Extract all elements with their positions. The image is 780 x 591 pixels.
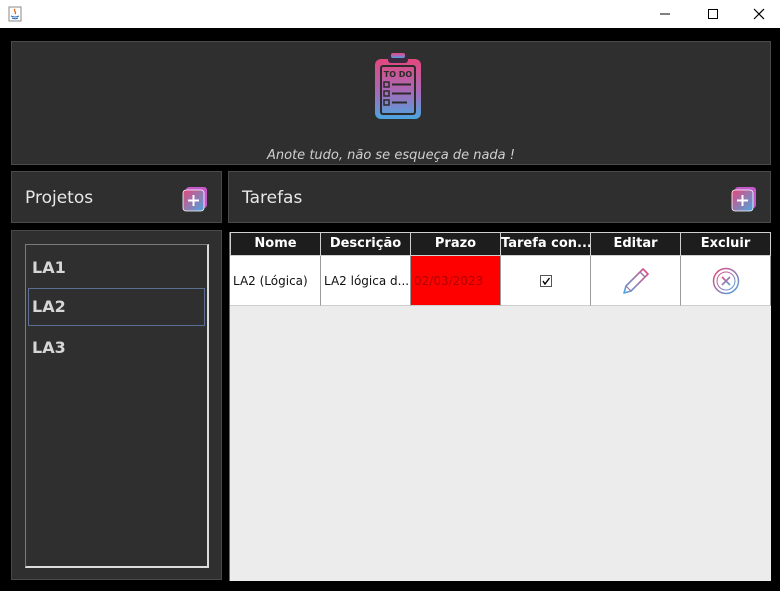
tasks-table: Nome Descrição Prazo Tarefa con... Edita… [229,232,771,581]
maximize-icon [708,9,718,19]
table-row[interactable]: LA2 (Lógica) LA2 lógica d... 02/03/2023 [230,256,771,306]
column-header-editar[interactable]: Editar [591,232,681,256]
app-content: TO DO Anote tudo, não se esqueça de nada… [0,28,780,591]
projects-title: Projetos [25,188,94,208]
checkbox-checked-icon [541,277,550,285]
maximize-button[interactable] [690,0,736,28]
project-item-la1[interactable]: LA1 [28,249,205,287]
column-header-prazo[interactable]: Prazo [411,232,501,256]
minimize-button[interactable] [642,0,688,28]
delete-circle-icon[interactable] [711,266,741,296]
completed-checkbox[interactable] [539,274,552,287]
cell-concluida[interactable] [501,256,591,306]
cell-descricao[interactable]: LA2 lógica d... [321,256,411,306]
close-button[interactable] [736,0,780,28]
cell-prazo[interactable]: 02/03/2023 [411,256,501,306]
project-item-la3[interactable]: LA3 [28,329,205,367]
cell-nome[interactable]: LA2 (Lógica) [230,256,321,306]
close-icon [753,8,765,20]
minimize-icon [660,13,670,15]
column-header-nome[interactable]: Nome [230,232,321,256]
tasks-title: Tarefas [242,188,303,208]
cell-editar[interactable] [591,256,681,306]
tasks-header: Tarefas [228,171,771,223]
pencil-edit-icon[interactable] [621,266,651,296]
table-header: Nome Descrição Prazo Tarefa con... Edita… [230,232,771,256]
column-header-descricao[interactable]: Descrição [321,232,411,256]
java-app-icon [8,6,22,22]
column-header-excluir[interactable]: Excluir [681,232,771,256]
cell-excluir[interactable] [681,256,771,306]
header-panel: TO DO Anote tudo, não se esqueça de nada… [11,41,771,165]
projects-list[interactable]: LA1 LA2 LA3 [25,244,209,568]
column-header-concluida[interactable]: Tarefa con... [501,232,591,256]
clipboard-todo-logo: TO DO [375,53,421,119]
add-task-button[interactable] [731,186,757,212]
project-item-la2[interactable]: LA2 [28,288,205,326]
add-project-button[interactable] [182,186,208,212]
svg-text:TO DO: TO DO [384,70,413,79]
projects-list-panel: LA1 LA2 LA3 [11,230,222,580]
projects-header: Projetos [11,171,222,223]
tagline: Anote tudo, não se esqueça de nada ! [267,148,515,163]
window-titlebar [0,0,780,28]
